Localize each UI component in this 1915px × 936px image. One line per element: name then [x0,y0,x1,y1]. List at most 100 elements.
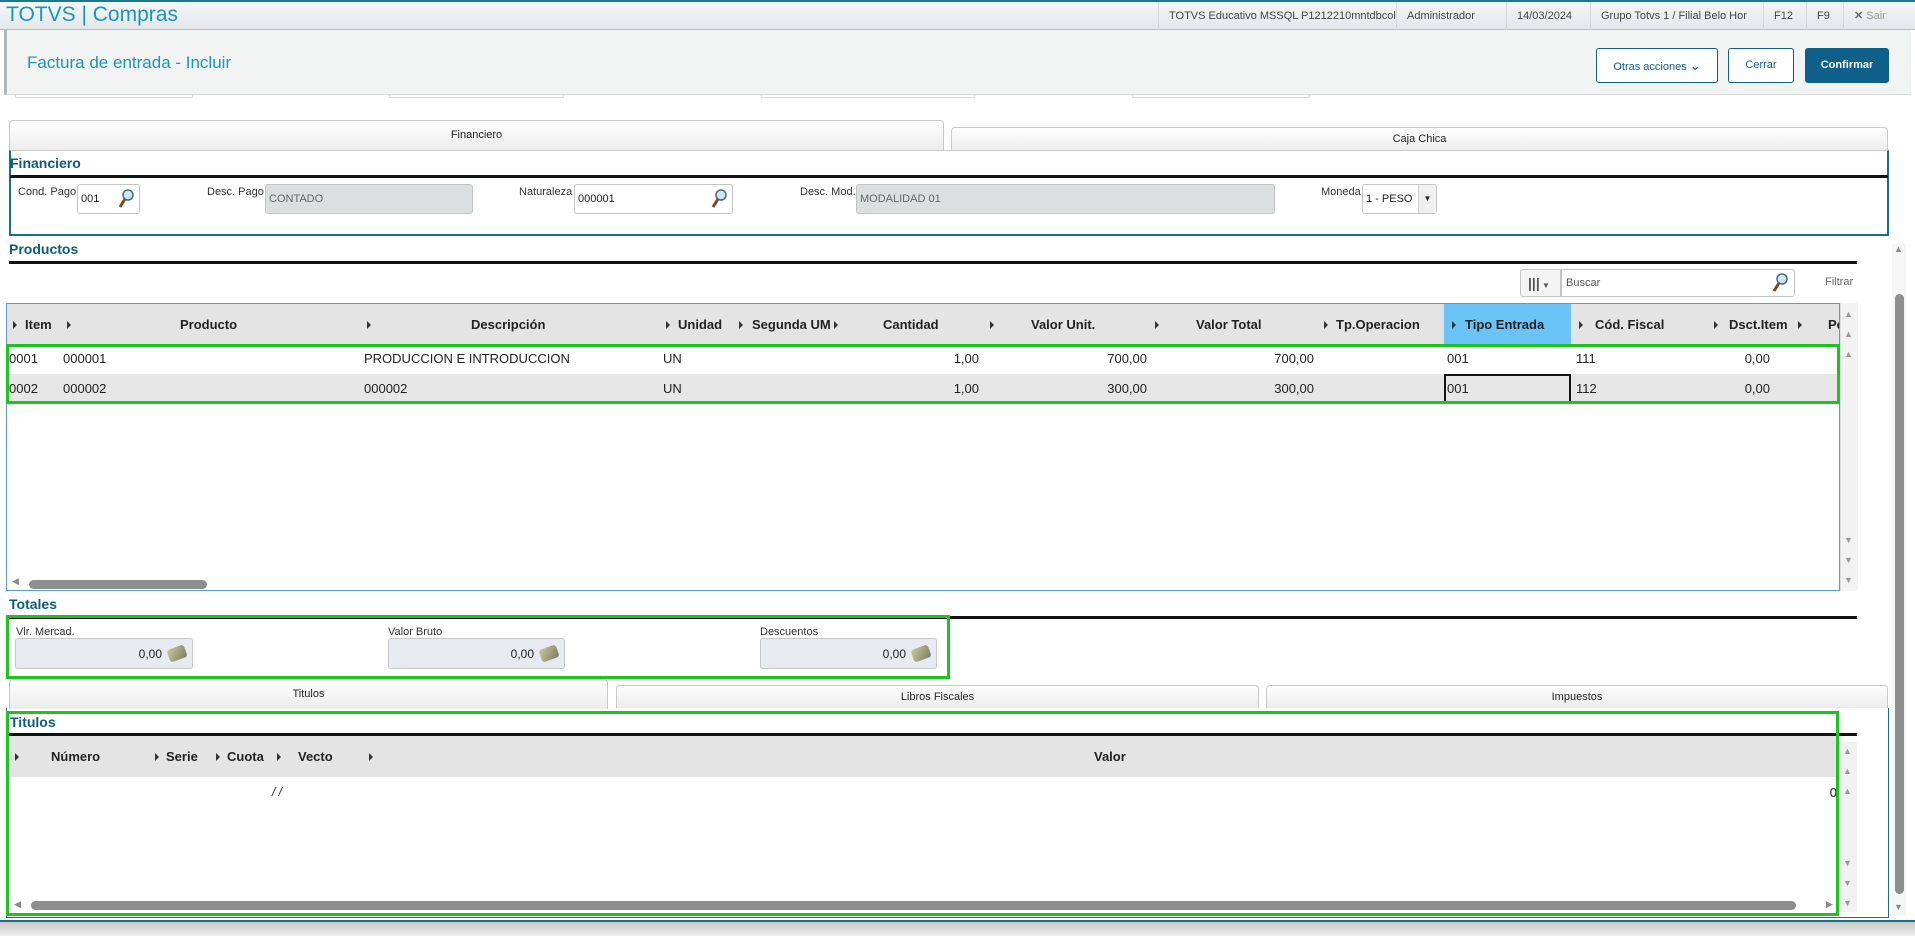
scroll-page-up-icon[interactable]: ▲ [1844,329,1853,339]
scroll-down-icon[interactable]: ▼ [1894,902,1903,912]
scroll-up-icon[interactable]: ▲ [1844,349,1853,359]
tab-financiero[interactable]: Financiero [9,120,944,150]
desc-pago-input[interactable]: CONTADO [265,184,473,214]
scroll-bottom-icon[interactable]: ▼ [1844,575,1853,585]
scroll-bottom-icon[interactable]: ▼ [1843,898,1852,908]
col-pe[interactable]: Pe [1828,317,1839,332]
column-resize-icon[interactable] [155,753,159,761]
scroll-left-icon[interactable]: ◀ [12,576,19,587]
col-cuota[interactable]: Cuota [227,749,264,764]
scroll-up-icon[interactable]: ▲ [1894,244,1903,254]
tab-libros-fiscales[interactable]: Libros Fiscales [616,685,1259,708]
desc-mod-input[interactable]: MODALIDAD 01 [856,184,1275,214]
col-producto[interactable]: Producto [180,317,237,332]
col-numero[interactable]: Número [51,749,100,764]
cond-pago-value: 001 [81,193,100,205]
scroll-page-down-icon[interactable]: ▼ [1843,878,1852,888]
col-serie[interactable]: Serie [166,749,198,764]
scroll-page-down-icon[interactable]: ▼ [1844,555,1853,565]
scroll-up-icon[interactable]: ▲ [1843,786,1852,796]
column-resize-icon[interactable] [1798,321,1802,329]
columns-button[interactable]: ||| ▼ [1520,269,1561,297]
column-resize-icon[interactable] [1579,321,1583,329]
col-valor[interactable]: Valor [1094,749,1126,764]
column-resize-icon[interactable] [990,321,994,329]
close-button[interactable]: Cerrar [1728,48,1794,83]
cell-valor-total: 300,00 [1274,381,1314,396]
column-resize-icon[interactable] [1714,321,1718,329]
scroll-page-up-icon[interactable]: ▲ [1843,766,1852,776]
col-valor-total[interactable]: Valor Total [1196,317,1262,332]
cell-valor-unit: 300,00 [1107,381,1147,396]
col-tp-operacion[interactable]: Tp.Operacion [1336,317,1420,332]
caret-down-icon: ▼ [1418,185,1436,213]
horizontal-scrollbar[interactable] [29,580,207,589]
cell-cod-fiscal: 111 [1576,351,1596,366]
tab-caja-chica[interactable]: Caja Chica [951,127,1888,150]
column-resize-icon[interactable] [67,321,71,329]
column-resize-icon[interactable] [15,753,19,761]
scroll-down-icon[interactable]: ▼ [1844,535,1853,545]
search-input[interactable]: Buscar [1561,269,1795,297]
vlr-mercad-input[interactable]: 0,00 [15,638,193,669]
col-item[interactable]: Item [25,317,52,332]
column-resize-icon[interactable] [739,321,743,329]
grid-vertical-scrollbar[interactable]: ▲ ▲ ▲ ▼ ▼ ▼ [1840,303,1858,591]
column-resize-icon[interactable] [1324,321,1328,329]
column-resize-icon[interactable] [277,753,281,761]
scroll-right-icon[interactable]: ▶ [1826,899,1833,910]
moneda-select[interactable]: 1 - PESO ▼ [1362,184,1437,214]
titulos-vertical-scrollbar[interactable]: ▲ ▲ ▲ ▼ ▼ ▼ [1839,742,1857,912]
column-resize-icon[interactable] [1155,321,1159,329]
caret-down-icon: ▼ [1539,281,1550,290]
table-row[interactable]: 0001 000001 PRODUCCION E INTRODUCCION UN… [7,345,1839,374]
search-icon[interactable] [1772,273,1788,293]
environment-label: TOTVS Educativo MSSQL P1212210mntdbcol [1158,2,1406,30]
money-icon[interactable] [910,644,932,663]
col-unidad[interactable]: Unidad [678,317,722,332]
col-cantidad[interactable]: Cantidad [883,317,939,332]
scroll-down-icon[interactable]: ▼ [1843,858,1852,868]
descuentos-input[interactable]: 0,00 [760,638,937,669]
col-segunda-um[interactable]: Segunda UM [752,317,831,332]
page-vertical-scrollbar[interactable]: ▲ ▼ [1892,244,1906,916]
exit-button[interactable]: ✕ Sair [1843,2,1896,30]
other-actions-button[interactable]: Otras acciones ⌄ [1596,48,1718,83]
column-resize-icon[interactable] [216,753,220,761]
col-dsct-item[interactable]: Dsct.Item [1729,317,1788,332]
column-resize-icon[interactable] [13,321,17,329]
col-vecto[interactable]: Vecto [298,749,333,764]
col-cod-fiscal[interactable]: Cód. Fiscal [1595,317,1664,332]
column-resize-icon[interactable] [666,321,670,329]
col-valor-unit[interactable]: Valor Unit. [1031,317,1095,332]
column-resize-icon[interactable] [367,321,371,329]
table-row[interactable]: / / 0 [9,777,1839,806]
column-resize-icon[interactable] [834,321,838,329]
cond-pago-input[interactable]: 001 [77,184,140,214]
column-resize-icon[interactable] [1452,321,1456,329]
horizontal-scrollbar[interactable] [31,901,1796,910]
cell-tipo-entrada-editing[interactable]: 001 [1444,374,1571,403]
scrollbar-thumb[interactable] [1895,294,1904,894]
money-icon[interactable] [538,644,560,663]
tab-titulos[interactable]: Titulos [9,679,608,709]
col-descripcion[interactable]: Descripción [471,317,545,332]
scroll-top-icon[interactable]: ▲ [1843,746,1852,756]
branch-label[interactable]: Grupo Totvs 1 / Filial Belo Hor [1590,2,1757,30]
search-icon[interactable] [118,189,134,209]
naturaleza-input[interactable]: 000001 [574,184,733,214]
col-tipo-entrada[interactable]: Tipo Entrada [1465,317,1544,332]
f9-button[interactable]: F9 [1806,2,1840,30]
search-icon[interactable] [711,189,727,209]
scroll-top-icon[interactable]: ▲ [1844,309,1853,319]
money-icon[interactable] [166,644,188,663]
tab-impuestos[interactable]: Impuestos [1266,685,1888,708]
table-row[interactable]: 0002 000002 000002 UN 1,00 300,00 300,00… [7,374,1839,403]
filter-button[interactable]: Filtrar [1825,276,1853,288]
valor-bruto-input[interactable]: 0,00 [388,638,565,669]
confirm-button[interactable]: Confirmar [1805,48,1889,83]
column-resize-icon[interactable] [369,753,373,761]
f12-button[interactable]: F12 [1763,2,1803,30]
scroll-left-icon[interactable]: ◀ [14,899,21,910]
naturaleza-label: Naturaleza [519,186,573,198]
